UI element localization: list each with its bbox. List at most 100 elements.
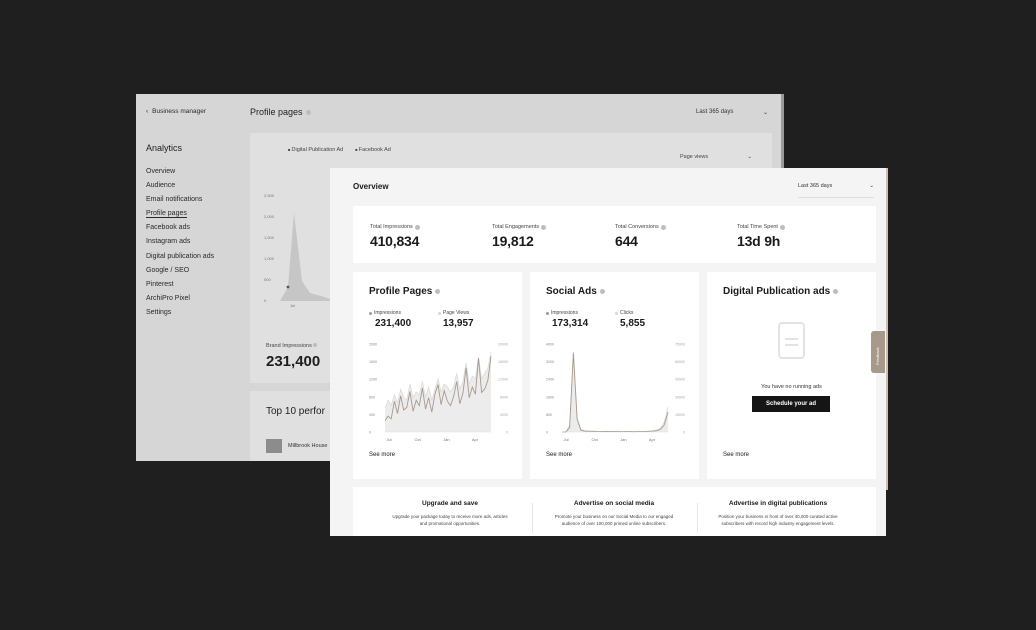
x-tick: Jul <box>563 437 568 442</box>
chart-legend: Digital Publication Ad Facebook Ad <box>288 147 391 153</box>
x-tick: Jul <box>290 303 296 308</box>
y-tick-left: 1200 <box>369 378 377 382</box>
top10-title: Top 10 perfor <box>266 406 325 417</box>
y-tick-right: 0 <box>506 431 508 435</box>
sidebar-item-pinterest[interactable]: Pinterest <box>146 278 214 292</box>
sidebar-item-google-seo[interactable]: Google / SEO <box>146 264 214 278</box>
brand-impressions-value: 231,400 <box>266 353 321 370</box>
background-area-chart <box>280 213 330 301</box>
y-tick: 2,500 <box>264 193 275 198</box>
y-tick-right: 12000 <box>498 378 508 382</box>
stat-total-conversions: Total Conversions 644 <box>615 224 666 249</box>
info-icon[interactable] <box>541 224 547 230</box>
chevron-down-icon: ⌄ <box>869 183 874 189</box>
x-tick: Jan <box>443 437 449 442</box>
y-tick-left: 0 <box>369 431 371 435</box>
profile-pages-chart: 2000 20000 1600 16000 1200 12000 800 8000 400 400… <box>369 343 508 443</box>
info-icon[interactable] <box>414 224 420 230</box>
series-dot <box>615 311 618 315</box>
y-tick-right: 20000 <box>498 343 508 347</box>
metric-clicks: Clicks 5,855 <box>615 310 645 329</box>
info-icon[interactable] <box>435 289 441 294</box>
y-tick: 1,000 <box>264 256 275 261</box>
y-tick: 1,500 <box>264 235 275 240</box>
series-dot <box>546 311 549 315</box>
x-tick: Jul <box>386 437 391 442</box>
metric-impressions: Impressions 231,400 <box>369 310 411 329</box>
chevron-left-icon: ‹ <box>146 108 149 115</box>
feedback-tab[interactable]: Feedback <box>871 331 885 373</box>
stat-total-time-spent: Total Time Spent 13d 9h <box>737 224 785 249</box>
sidebar-item-overview[interactable]: Overview <box>146 165 214 179</box>
card-title: Social Ads <box>546 286 605 297</box>
y-tick-right: 75000 <box>675 343 685 347</box>
y-tick-right: 0 <box>683 431 685 435</box>
brand-impressions-label: Brand Impressions <box>266 343 318 349</box>
sidebar-item-audience[interactable]: Audience <box>146 179 214 193</box>
y-tick-left: 1600 <box>369 360 377 364</box>
y-tick-right: 60000 <box>675 360 685 364</box>
sidebar-item-profile-pages[interactable]: Profile pages <box>146 207 214 221</box>
sidebar-item-settings[interactable]: Settings <box>146 306 214 320</box>
business-manager-link[interactable]: ‹ Business manager <box>146 108 206 115</box>
y-tick: 2,000 <box>264 214 275 219</box>
x-tick: Apr <box>649 437 656 442</box>
info-icon[interactable] <box>313 343 318 347</box>
schedule-ad-button[interactable]: Schedule your ad <box>752 396 830 412</box>
series-line <box>562 352 669 433</box>
info-icon[interactable] <box>833 289 839 294</box>
card-title: Digital Publication ads <box>723 286 839 297</box>
sidebar-nav: Overview Audience Email notifications Pr… <box>146 165 214 320</box>
y-tick-right: 45000 <box>675 378 685 382</box>
y-tick-left: 2400 <box>546 378 554 382</box>
info-icon[interactable] <box>305 109 311 115</box>
promo-digital-publications[interactable]: Advertise in digital publications Positi… <box>689 487 867 527</box>
y-tick-left: 1600 <box>546 395 554 399</box>
y-tick-right: 4000 <box>500 413 508 417</box>
y-tick-left: 0 <box>546 431 548 435</box>
legend-item[interactable]: Facebook Ad <box>355 147 391 153</box>
sidebar-item-archipro-pixel[interactable]: ArchiPro Pixel <box>146 292 214 306</box>
page-title: Overview <box>353 182 389 191</box>
promo-social-media[interactable]: Advertise on social media Promote your b… <box>525 487 703 527</box>
chevron-down-icon: ⌄ <box>747 154 752 160</box>
sidebar-item-instagram-ads[interactable]: Instagram ads <box>146 235 214 249</box>
x-tick: Apr <box>472 437 479 442</box>
legend-item[interactable]: Digital Publication Ad <box>288 147 344 153</box>
see-more-link[interactable]: See more <box>369 452 395 458</box>
info-icon[interactable] <box>779 224 785 230</box>
listing-thumbnail <box>266 439 282 453</box>
series-dot <box>438 311 441 315</box>
date-range-select[interactable]: Last 365 days ⌄ <box>798 183 874 198</box>
see-more-link[interactable]: See more <box>546 452 572 458</box>
y-tick: 500 <box>264 277 271 282</box>
page-title: Profile pages <box>250 107 311 117</box>
see-more-link[interactable]: See more <box>723 452 749 458</box>
overview-window: Overview Last 365 days ⌄ Total Impressio… <box>330 168 886 536</box>
y-tick-right: 15000 <box>675 413 685 417</box>
sidebar-item-facebook-ads[interactable]: Facebook ads <box>146 221 214 235</box>
listing-name[interactable]: Millbrook House <box>288 443 327 449</box>
chevron-down-icon: ⌄ <box>762 110 768 116</box>
y-tick-left: 2000 <box>369 343 377 347</box>
card-title: Profile Pages <box>369 286 441 297</box>
info-icon[interactable] <box>599 289 605 294</box>
y-tick-right: 30000 <box>675 395 685 399</box>
sidebar-item-email-notifications[interactable]: Email notifications <box>146 193 214 207</box>
social-ads-card: Social Ads Impressions 173,314 Clicks 5,… <box>530 272 699 479</box>
series-dot <box>369 311 372 315</box>
sidebar-item-digital-publication-ads[interactable]: Digital publication ads <box>146 250 214 264</box>
promo-card: Upgrade and save Upgrade your package to… <box>353 487 876 536</box>
x-tick: Jan <box>620 437 626 442</box>
empty-state-message: You have no running ads <box>761 384 822 390</box>
profile-pages-card: Profile Pages Impressions 231,400 Page V… <box>353 272 522 479</box>
x-tick: Oct <box>592 437 599 442</box>
info-icon[interactable] <box>660 224 666 230</box>
date-range-select[interactable]: Last 365 days ⌄ <box>696 109 768 116</box>
promo-upgrade[interactable]: Upgrade and save Upgrade your package to… <box>361 487 539 527</box>
y-tick-left: 800 <box>546 413 552 417</box>
metric-select[interactable]: Page views ⌄ <box>680 154 752 160</box>
y-tick-left: 3200 <box>546 360 554 364</box>
window-edge <box>886 168 888 490</box>
y-tick-right: 16000 <box>498 360 508 364</box>
